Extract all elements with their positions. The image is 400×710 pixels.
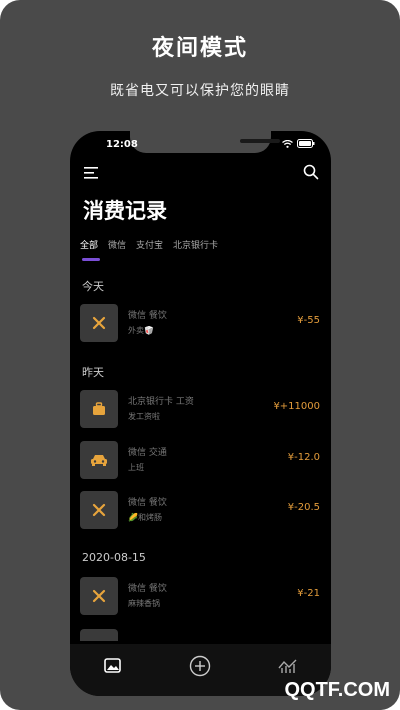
tx-amount: ¥-12.0: [287, 452, 320, 463]
tab-indicator: [82, 258, 100, 261]
menu-icon[interactable]: [84, 166, 100, 180]
battery-icon: [297, 139, 315, 148]
tx-amount: ¥+11000: [273, 401, 320, 412]
fork-knife-icon: [92, 589, 106, 603]
tx-note: 🌽和烤肠: [128, 513, 162, 522]
search-icon[interactable]: [303, 164, 319, 180]
status-time: 12:08: [106, 139, 138, 150]
briefcase-icon: [93, 402, 105, 415]
section-yesterday: 昨天: [82, 366, 104, 379]
page-title: 消费记录: [83, 199, 167, 223]
records-icon[interactable]: [103, 658, 122, 674]
phone-screen: 12:08 消费记录 全部 微信 支付宝 北京银行卡 今天 微信 餐饮 外卖🥡 …: [70, 131, 331, 696]
tx-icon-box: [80, 390, 118, 428]
promo-subline: 既省电又可以保护您的眼睛: [110, 83, 290, 99]
fork-knife-icon: [92, 316, 106, 330]
section-date: 2020-08-15: [82, 551, 146, 564]
tx-amount: ¥-55: [297, 315, 320, 326]
section-today: 今天: [82, 280, 104, 293]
statistics-icon[interactable]: [277, 658, 298, 674]
tab-alipay[interactable]: 支付宝: [136, 238, 163, 251]
tab-bar: 全部 微信 支付宝 北京银行卡: [80, 238, 218, 251]
tx-amount: ¥-21: [297, 588, 320, 599]
car-icon: [91, 455, 107, 466]
tab-bank-card[interactable]: 北京银行卡: [173, 238, 218, 251]
promo-card: 夜间模式 既省电又可以保护您的眼睛 12:08 消费记录 全部 微信 支付宝 北…: [0, 0, 400, 710]
transaction-row[interactable]: 微信 餐饮 麻辣香锅 ¥-21: [80, 577, 320, 615]
promo-headline: 夜间模式: [151, 36, 248, 61]
tab-all[interactable]: 全部: [80, 238, 98, 251]
tx-note: 上班: [128, 463, 144, 472]
transaction-row[interactable]: 微信 餐饮 外卖🥡 ¥-55: [80, 304, 320, 342]
transaction-row[interactable]: 微信 交通 上班 ¥-12.0: [80, 441, 320, 479]
wifi-icon: [282, 139, 293, 148]
transaction-row[interactable]: 微信 餐饮 🌽和烤肠 ¥-20.5: [80, 491, 320, 529]
partial-list-item: [80, 629, 118, 641]
tx-category: 微信 交通: [128, 448, 167, 458]
transaction-row[interactable]: 北京银行卡 工资 发工资啦 ¥+11000: [80, 390, 320, 428]
tx-amount: ¥-20.5: [287, 502, 320, 513]
tx-note: 麻辣香锅: [128, 599, 160, 608]
tx-icon-box: [80, 304, 118, 342]
tx-icon-box: [80, 441, 118, 479]
tx-category: 微信 餐饮: [128, 311, 167, 321]
tx-category: 微信 餐饮: [128, 498, 167, 508]
fork-knife-icon: [92, 503, 106, 517]
watermark: QQTF.COM: [284, 679, 390, 701]
tx-icon-box: [80, 491, 118, 529]
add-record-icon[interactable]: [189, 655, 211, 677]
tx-category: 北京银行卡 工资: [128, 397, 194, 407]
tx-category: 微信 餐饮: [128, 584, 167, 594]
status-icons: [282, 139, 315, 148]
phone-notch: [130, 131, 280, 153]
tx-note: 外卖🥡: [128, 326, 154, 335]
tx-icon-box: [80, 577, 118, 615]
tab-wechat[interactable]: 微信: [108, 238, 126, 251]
speaker-grille: [240, 139, 280, 143]
tx-note: 发工资啦: [128, 412, 160, 421]
